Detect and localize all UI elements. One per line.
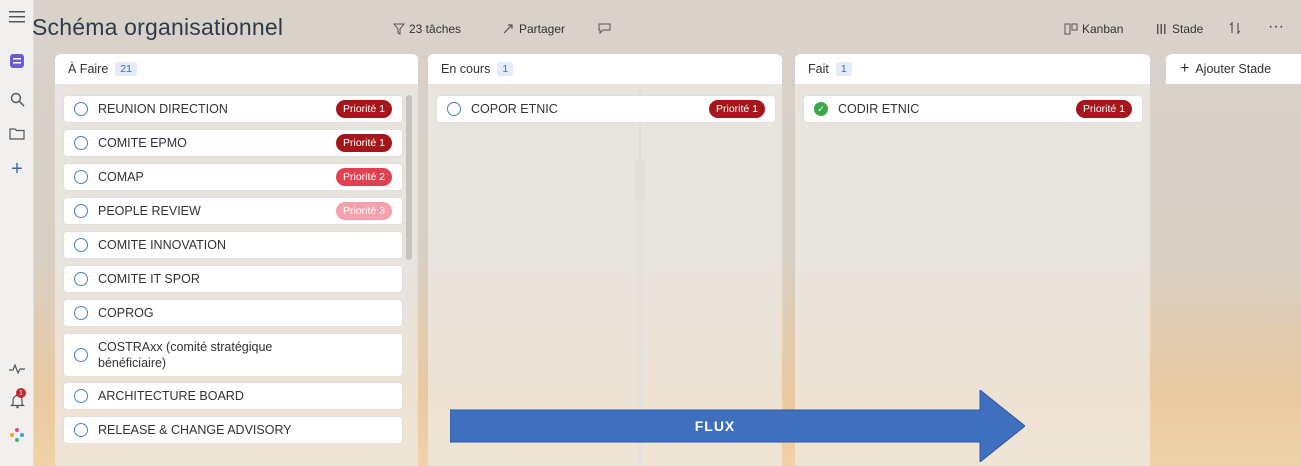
task-status-circle-icon[interactable] — [74, 348, 88, 362]
task-label: COMITE IT SPOR — [98, 272, 200, 286]
task-status-circle-icon[interactable] — [74, 102, 88, 116]
view-label: Kanban — [1082, 22, 1124, 36]
task-count: 23 tâches — [409, 22, 462, 36]
task-label: COMAP — [98, 170, 144, 184]
task-status-circle-icon[interactable] — [74, 204, 88, 218]
task-status-circle-icon[interactable] — [74, 136, 88, 150]
flow-label: FLUX — [694, 418, 736, 434]
priority-badge: Priorité 1 — [335, 134, 392, 152]
priority-badge: Priorité 1 — [1075, 100, 1132, 118]
task-label: COMITE INNOVATION — [98, 238, 227, 252]
task-label: RELEASE & CHANGE ADVISORY — [98, 423, 292, 437]
column-header[interactable]: Fait 1 — [795, 54, 1150, 84]
task-status-circle-icon[interactable] — [74, 389, 88, 403]
task-card[interactable]: COMAP Priorité 2 — [63, 163, 403, 191]
column-header[interactable]: En cours 1 — [428, 54, 782, 84]
column-count: 1 — [497, 62, 514, 76]
task-filter[interactable]: 23 tâches — [393, 22, 461, 36]
left-nav-rail: + 1 — [0, 0, 34, 466]
sort-button[interactable] — [1229, 22, 1242, 34]
more-icon[interactable]: ··· — [1268, 18, 1284, 36]
task-card[interactable]: RELEASE & CHANGE ADVISORY — [63, 416, 403, 444]
apps-icon[interactable] — [8, 426, 26, 444]
task-status-circle-icon[interactable] — [74, 423, 88, 437]
priority-badge: Priorité 1 — [708, 100, 765, 118]
share-button[interactable]: Partager — [502, 22, 565, 36]
plus-icon[interactable]: + — [8, 158, 26, 180]
task-card[interactable]: COMITE IT SPOR — [63, 265, 403, 293]
activity-icon[interactable] — [8, 360, 26, 378]
task-label: COPROG — [98, 306, 154, 320]
group-label: Stade — [1172, 22, 1204, 36]
comment-button[interactable] — [598, 22, 611, 34]
comment-icon — [598, 23, 611, 34]
task-label: COMITE EPMO — [98, 136, 187, 150]
task-status-circle-icon[interactable] — [74, 238, 88, 252]
column-count: 21 — [115, 62, 137, 76]
task-label: COSTRAxx (comité stratégique bénéficiair… — [98, 340, 273, 370]
sort-icon — [1229, 22, 1241, 34]
task-label: CODIR ETNIC — [838, 102, 920, 116]
task-label: ARCHITECTURE BOARD — [98, 389, 244, 403]
column-title: Fait — [808, 62, 829, 76]
task-card[interactable]: COPOR ETNIC Priorité 1 — [436, 95, 776, 123]
task-card[interactable]: ARCHITECTURE BOARD — [63, 382, 403, 410]
task-status-circle-icon[interactable] — [74, 306, 88, 320]
column-scrollbar[interactable] — [406, 95, 412, 260]
priority-badge: Priorité 2 — [335, 168, 392, 186]
column-header[interactable]: À Faire 21 — [55, 54, 418, 84]
priority-badge: Priorité 3 — [335, 202, 392, 220]
columns-icon — [1157, 24, 1166, 34]
group-by-stage-button[interactable]: Stade — [1156, 22, 1203, 36]
task-card[interactable]: REUNION DIRECTION Priorité 1 — [63, 95, 403, 123]
task-label: PEOPLE REVIEW — [98, 204, 201, 218]
task-label: COPOR ETNIC — [471, 102, 558, 116]
plus-icon: + — [1180, 60, 1190, 77]
task-label: REUNION DIRECTION — [98, 102, 228, 116]
task-card[interactable]: COPROG — [63, 299, 403, 327]
view-kanban-button[interactable]: Kanban — [1064, 22, 1123, 36]
folder-icon[interactable] — [8, 124, 26, 142]
add-stage-button[interactable]: + Ajouter Stade — [1166, 54, 1301, 84]
task-card[interactable]: COMITE INNOVATION — [63, 231, 403, 259]
task-card[interactable]: COSTRAxx (comité stratégique bénéficiair… — [63, 333, 403, 377]
column-title: À Faire — [68, 62, 109, 76]
task-card[interactable]: PEOPLE REVIEW Priorité 3 — [63, 197, 403, 225]
task-card[interactable]: ✓ CODIR ETNIC Priorité 1 — [803, 95, 1143, 123]
page-title: Schéma organisationnel — [32, 14, 284, 40]
app-icon[interactable] — [8, 52, 26, 70]
task-card[interactable]: COMITE EPMO Priorité 1 — [63, 129, 403, 157]
search-icon[interactable] — [8, 90, 26, 108]
column-title: En cours — [441, 62, 491, 76]
kanban-icon — [1064, 23, 1078, 35]
column-count: 1 — [835, 62, 852, 76]
hamburger-icon[interactable] — [8, 8, 26, 26]
filter-icon — [393, 23, 405, 35]
share-icon — [503, 24, 513, 34]
add-stage-label: Ajouter Stade — [1195, 62, 1272, 76]
task-status-circle-icon[interactable] — [74, 272, 88, 286]
completed-check-icon[interactable]: ✓ — [814, 102, 828, 116]
task-status-circle-icon[interactable] — [447, 102, 461, 116]
priority-badge: Priorité 1 — [335, 100, 392, 118]
notification-badge: 1 — [16, 388, 26, 398]
share-label: Partager — [519, 22, 566, 36]
task-status-circle-icon[interactable] — [74, 170, 88, 184]
